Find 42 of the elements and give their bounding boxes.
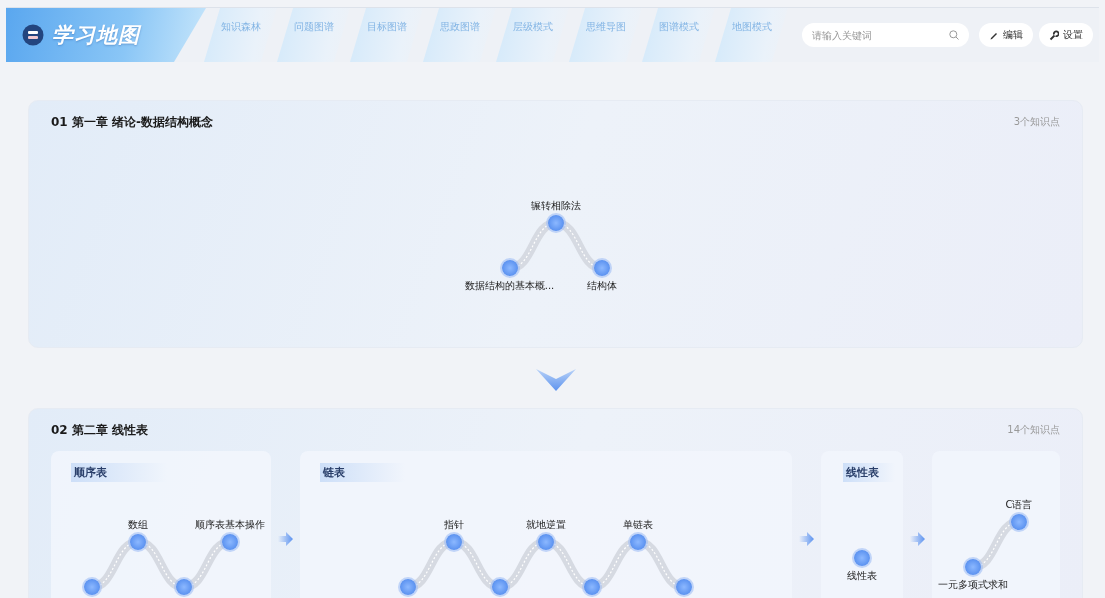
map-node[interactable] <box>547 215 564 231</box>
node-label: 结构体 <box>586 279 617 293</box>
map-node[interactable] <box>501 260 518 276</box>
map-node[interactable] <box>965 559 981 575</box>
knowledge-count: 3个知识点 <box>1013 115 1060 129</box>
logo-text: 学习地图 <box>52 22 140 49</box>
map-node[interactable] <box>593 260 610 276</box>
chapter-title: 02 第二章 线性表 <box>51 421 149 439</box>
map-node[interactable] <box>84 579 100 595</box>
arrow-icon <box>799 531 814 547</box>
node-label: 数组 <box>128 518 148 532</box>
search-field[interactable]: 请输入关键词 <box>802 23 969 47</box>
logo-icon <box>22 24 44 46</box>
node-label: 顺序表基本操作 <box>195 518 265 532</box>
node-label: 指针 <box>444 518 464 532</box>
map-node[interactable] <box>222 534 238 550</box>
node-label: 单链表 <box>623 518 653 532</box>
arrow-icon <box>278 531 293 547</box>
search-icon <box>949 30 959 40</box>
map-node[interactable] <box>854 550 870 566</box>
map-node[interactable] <box>176 579 192 595</box>
node-label: 数据结构的基本概... <box>464 279 555 293</box>
map-node[interactable] <box>400 579 416 595</box>
map-node[interactable] <box>492 579 508 595</box>
wrench-icon <box>1049 29 1059 41</box>
map-node[interactable] <box>630 534 646 550</box>
node-label: 线性表 <box>847 569 877 583</box>
node-label: 一元多项式求和 <box>938 578 1008 592</box>
node-label: C语言 <box>1005 498 1033 512</box>
node-label: 辗转相除法 <box>530 199 581 213</box>
map-node[interactable] <box>676 579 692 595</box>
map-node[interactable] <box>130 534 146 550</box>
map-node[interactable] <box>446 534 462 550</box>
edit-button[interactable]: 编辑 <box>979 23 1033 47</box>
settings-button[interactable]: 设置 <box>1039 23 1093 47</box>
node-label: 就地逆置 <box>526 518 566 532</box>
chapter-title: 01 第一章 绪论-数据结构概念 <box>51 113 214 131</box>
map-node[interactable] <box>584 579 600 595</box>
map-node[interactable] <box>538 534 554 550</box>
map-node[interactable] <box>1011 514 1027 530</box>
arrow-icon <box>910 531 925 547</box>
knowledge-count: 14个知识点 <box>1007 423 1060 437</box>
